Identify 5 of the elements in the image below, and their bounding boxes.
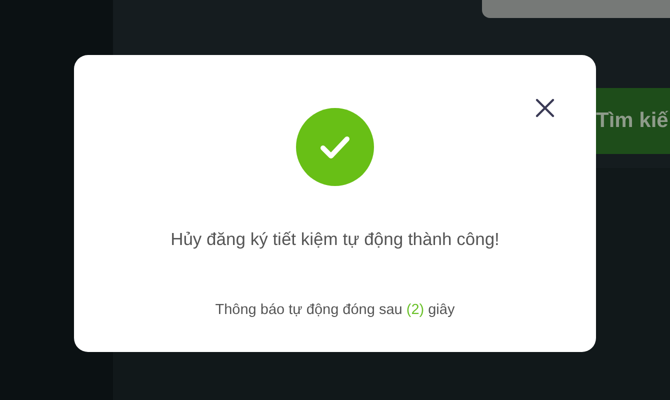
search-field[interactable] xyxy=(482,0,670,18)
close-icon[interactable] xyxy=(535,96,555,116)
success-check-icon xyxy=(296,108,374,186)
auto-close-notice: Thông báo tự động đóng sau (2) giây xyxy=(214,301,456,320)
success-message: Hủy đăng ký tiết kiệm tự động thành công! xyxy=(170,228,500,251)
